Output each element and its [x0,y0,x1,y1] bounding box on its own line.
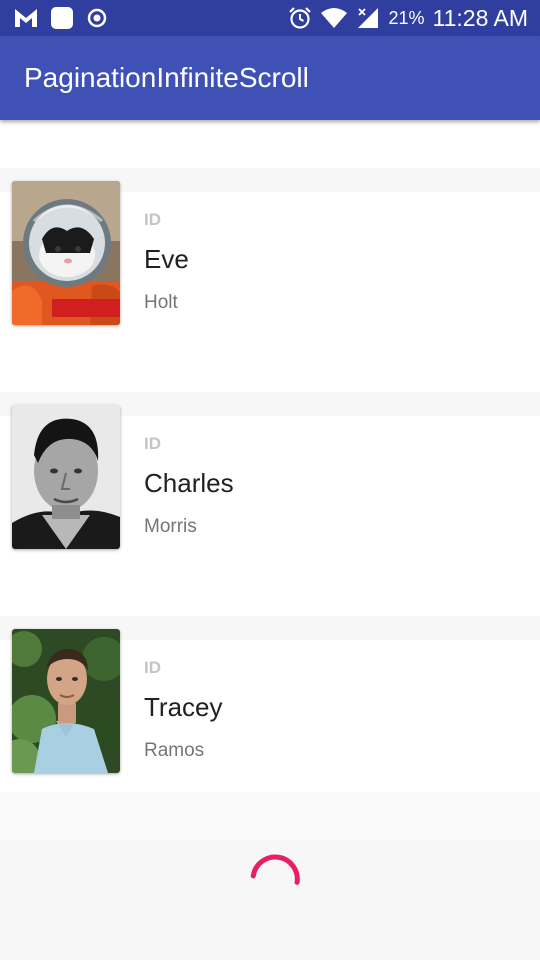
clock: 11:28 AM [432,4,528,31]
last-name: Morris [144,516,197,537]
system-icons: 21% 11:28 AM [288,4,528,32]
young-man-outdoor-photo [12,629,120,773]
list-item[interactable]: ID Charles Morris [0,344,540,568]
last-name: Ramos [144,740,205,761]
progress-spinner-icon [250,854,300,885]
astronaut-cat-photo [12,181,120,325]
avatar [12,629,120,773]
list-item[interactable]: ID Eve Holt [0,120,540,344]
app-bar: PaginationInfiniteScroll [0,36,540,120]
id-label: ID [144,658,161,677]
mail-m-icon [15,9,37,27]
id-label: ID [144,434,161,453]
first-name: Tracey [144,692,223,722]
app-title: PaginationInfiniteScroll [24,62,309,93]
record-icon [87,8,107,28]
last-name: Holt [144,292,178,313]
alarm-icon [289,7,312,29]
wifi-icon [321,8,348,28]
square-app-icon [51,7,73,29]
id-label: ID [144,210,161,229]
status-bar: 21% 11:28 AM [0,0,540,36]
notification-icons [14,6,108,30]
battery-percentage: 21% [388,7,425,28]
avatar [12,181,120,325]
list-item[interactable]: ID Tracey Ramos [0,568,540,792]
screen: 21% 11:28 AM PaginationInfiniteScroll ID… [0,0,540,960]
signal-icon [358,8,379,28]
avatar [12,405,120,549]
first-name: Eve [144,244,189,274]
man-portrait-bw-photo [12,405,120,549]
loading-footer [0,840,540,960]
first-name: Charles [144,468,234,498]
